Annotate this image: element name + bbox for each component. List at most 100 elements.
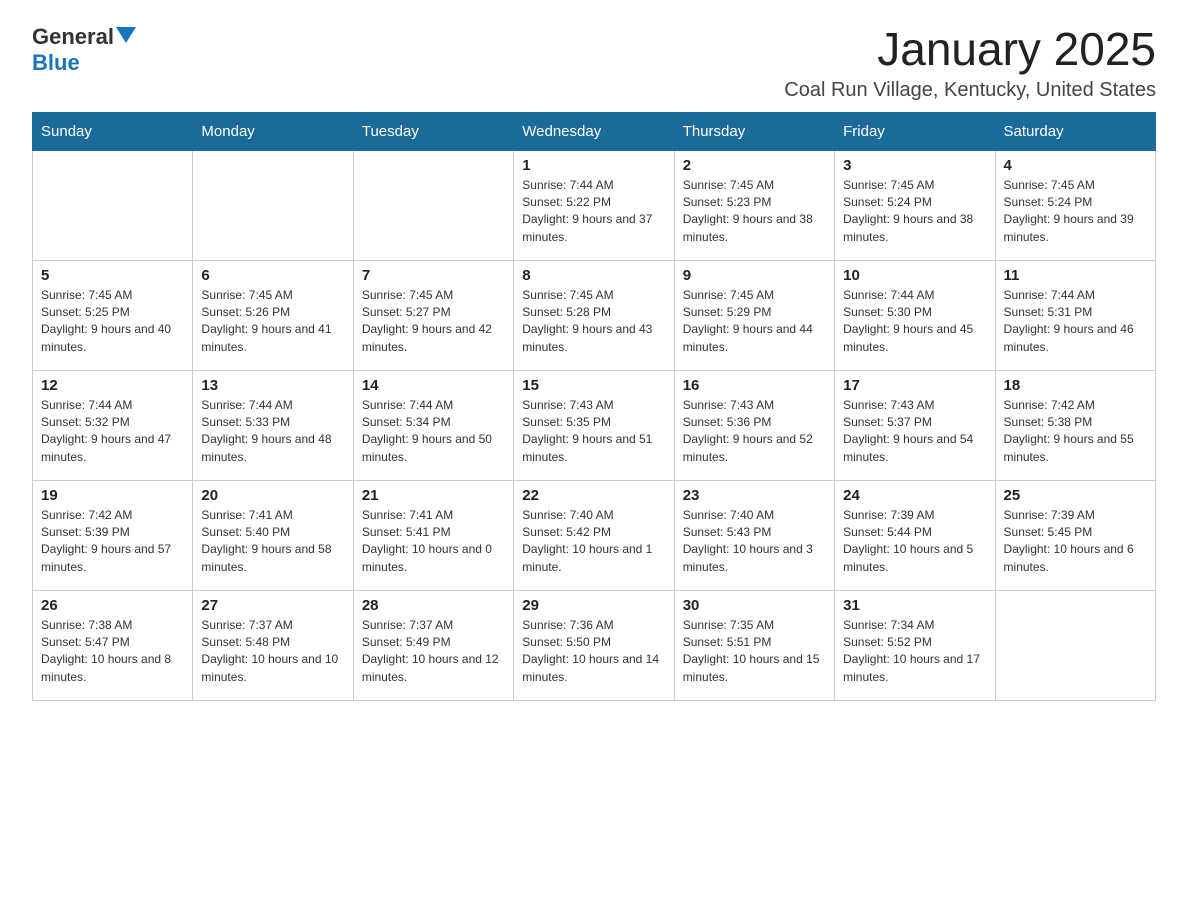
calendar-cell: 19 Sunrise: 7:42 AM Sunset: 5:39 PM Dayli… [33,480,193,590]
calendar-cell: 6 Sunrise: 7:45 AM Sunset: 5:26 PM Daylig… [193,260,353,370]
logo-general: General [32,24,114,50]
day-info: Sunrise: 7:45 AM Sunset: 5:26 PM Dayligh… [201,287,344,357]
day-number: 15 [522,377,665,394]
day-info: Sunrise: 7:35 AM Sunset: 5:51 PM Dayligh… [683,617,826,687]
calendar-cell: 16Sunrise: 7:43 AM Sunset: 5:36 PM Dayli… [674,370,834,480]
day-number: 7 [362,267,505,284]
day-number: 21 [362,487,505,504]
day-number: 24 [843,487,986,504]
calendar-cell: 26 Sunrise: 7:38 AM Sunset: 5:47 PM Dayli… [33,590,193,700]
calendar-cell: 21 Sunrise: 7:41 AM Sunset: 5:41 PM Dayli… [353,480,513,590]
day-info: Sunrise: 7:45 AM Sunset: 5:25 PM Dayligh… [41,287,184,357]
calendar-cell: 8Sunrise: 7:45 AM Sunset: 5:28 PM Daylig… [514,260,674,370]
calendar-week-row: 12Sunrise: 7:44 AM Sunset: 5:32 PM Dayli… [33,370,1156,480]
calendar-week-row: 26 Sunrise: 7:38 AM Sunset: 5:47 PM Dayli… [33,590,1156,700]
day-number: 4 [1004,157,1147,174]
day-info: Sunrise: 7:43 AM Sunset: 5:37 PM Dayligh… [843,397,986,467]
calendar-header-row: SundayMondayTuesdayWednesdayThursdayFrid… [33,112,1156,150]
calendar-cell: 24 Sunrise: 7:39 AM Sunset: 5:44 PM Dayli… [835,480,995,590]
header-monday: Monday [193,112,353,150]
day-info: Sunrise: 7:38 AM Sunset: 5:47 PM Dayligh… [41,617,184,687]
calendar-cell: 11 Sunrise: 7:44 AM Sunset: 5:31 PM Dayli… [995,260,1155,370]
calendar-cell: 3Sunrise: 7:45 AM Sunset: 5:24 PM Daylig… [835,150,995,260]
day-info: Sunrise: 7:40 AM Sunset: 5:43 PM Dayligh… [683,507,826,577]
calendar-cell: 1 Sunrise: 7:44 AM Sunset: 5:22 PM Daylig… [514,150,674,260]
calendar-cell: 9 Sunrise: 7:45 AM Sunset: 5:29 PM Daylig… [674,260,834,370]
calendar-cell [353,150,513,260]
day-number: 26 [41,597,184,614]
day-number: 17 [843,377,986,394]
day-number: 8 [522,267,665,284]
header-friday: Friday [835,112,995,150]
day-number: 20 [201,487,344,504]
day-info: Sunrise: 7:37 AM Sunset: 5:49 PM Dayligh… [362,617,505,687]
calendar-cell: 5 Sunrise: 7:45 AM Sunset: 5:25 PM Daylig… [33,260,193,370]
calendar-cell: 27 Sunrise: 7:37 AM Sunset: 5:48 PM Dayli… [193,590,353,700]
day-info: Sunrise: 7:45 AM Sunset: 5:24 PM Dayligh… [843,177,986,247]
day-info: Sunrise: 7:44 AM Sunset: 5:22 PM Dayligh… [522,177,665,247]
day-info: Sunrise: 7:45 AM Sunset: 5:29 PM Dayligh… [683,287,826,357]
calendar-cell: 7 Sunrise: 7:45 AM Sunset: 5:27 PM Daylig… [353,260,513,370]
day-number: 9 [683,267,826,284]
logo-triangle-icon [116,27,136,43]
day-info: Sunrise: 7:41 AM Sunset: 5:41 PM Dayligh… [362,507,505,577]
logo-blue: Blue [32,50,80,76]
day-info: Sunrise: 7:36 AM Sunset: 5:50 PM Dayligh… [522,617,665,687]
calendar-table: SundayMondayTuesdayWednesdayThursdayFrid… [32,112,1156,701]
calendar-title: January 2025 [784,24,1156,75]
day-number: 27 [201,597,344,614]
calendar-cell: 28 Sunrise: 7:37 AM Sunset: 5:49 PM Dayli… [353,590,513,700]
day-info: Sunrise: 7:42 AM Sunset: 5:39 PM Dayligh… [41,507,184,577]
day-number: 25 [1004,487,1147,504]
calendar-cell: 2Sunrise: 7:45 AM Sunset: 5:23 PM Daylig… [674,150,834,260]
calendar-week-row: 19 Sunrise: 7:42 AM Sunset: 5:39 PM Dayli… [33,480,1156,590]
day-info: Sunrise: 7:44 AM Sunset: 5:31 PM Dayligh… [1004,287,1147,357]
calendar-cell: 18 Sunrise: 7:42 AM Sunset: 5:38 PM Dayli… [995,370,1155,480]
calendar-cell: 15 Sunrise: 7:43 AM Sunset: 5:35 PM Dayli… [514,370,674,480]
header-thursday: Thursday [674,112,834,150]
calendar-cell: 13Sunrise: 7:44 AM Sunset: 5:33 PM Dayli… [193,370,353,480]
calendar-cell: 30 Sunrise: 7:35 AM Sunset: 5:51 PM Dayli… [674,590,834,700]
header-tuesday: Tuesday [353,112,513,150]
header-saturday: Saturday [995,112,1155,150]
day-number: 6 [201,267,344,284]
day-number: 31 [843,597,986,614]
day-info: Sunrise: 7:42 AM Sunset: 5:38 PM Dayligh… [1004,397,1147,467]
day-number: 28 [362,597,505,614]
calendar-subtitle: Coal Run Village, Kentucky, United State… [784,79,1156,102]
calendar-cell [193,150,353,260]
day-number: 22 [522,487,665,504]
day-number: 18 [1004,377,1147,394]
header-wednesday: Wednesday [514,112,674,150]
logo: General Blue [32,24,136,76]
day-info: Sunrise: 7:39 AM Sunset: 5:45 PM Dayligh… [1004,507,1147,577]
day-info: Sunrise: 7:44 AM Sunset: 5:30 PM Dayligh… [843,287,986,357]
day-info: Sunrise: 7:44 AM Sunset: 5:32 PM Dayligh… [41,397,184,467]
day-number: 16 [683,377,826,394]
calendar-cell: 31Sunrise: 7:34 AM Sunset: 5:52 PM Dayli… [835,590,995,700]
day-number: 1 [522,157,665,174]
calendar-cell: 14 Sunrise: 7:44 AM Sunset: 5:34 PM Dayli… [353,370,513,480]
day-info: Sunrise: 7:45 AM Sunset: 5:24 PM Dayligh… [1004,177,1147,247]
day-number: 11 [1004,267,1147,284]
calendar-cell [995,590,1155,700]
calendar-cell: 10Sunrise: 7:44 AM Sunset: 5:30 PM Dayli… [835,260,995,370]
day-number: 5 [41,267,184,284]
day-info: Sunrise: 7:37 AM Sunset: 5:48 PM Dayligh… [201,617,344,687]
day-info: Sunrise: 7:45 AM Sunset: 5:27 PM Dayligh… [362,287,505,357]
calendar-cell: 22Sunrise: 7:40 AM Sunset: 5:42 PM Dayli… [514,480,674,590]
day-info: Sunrise: 7:44 AM Sunset: 5:33 PM Dayligh… [201,397,344,467]
calendar-cell: 20 Sunrise: 7:41 AM Sunset: 5:40 PM Dayli… [193,480,353,590]
day-info: Sunrise: 7:39 AM Sunset: 5:44 PM Dayligh… [843,507,986,577]
calendar-cell: 17 Sunrise: 7:43 AM Sunset: 5:37 PM Dayli… [835,370,995,480]
day-number: 19 [41,487,184,504]
day-number: 30 [683,597,826,614]
day-info: Sunrise: 7:44 AM Sunset: 5:34 PM Dayligh… [362,397,505,467]
calendar-cell [33,150,193,260]
day-info: Sunrise: 7:43 AM Sunset: 5:35 PM Dayligh… [522,397,665,467]
day-info: Sunrise: 7:41 AM Sunset: 5:40 PM Dayligh… [201,507,344,577]
day-number: 14 [362,377,505,394]
title-block: January 2025 Coal Run Village, Kentucky,… [784,24,1156,102]
calendar-cell: 12Sunrise: 7:44 AM Sunset: 5:32 PM Dayli… [33,370,193,480]
day-number: 29 [522,597,665,614]
